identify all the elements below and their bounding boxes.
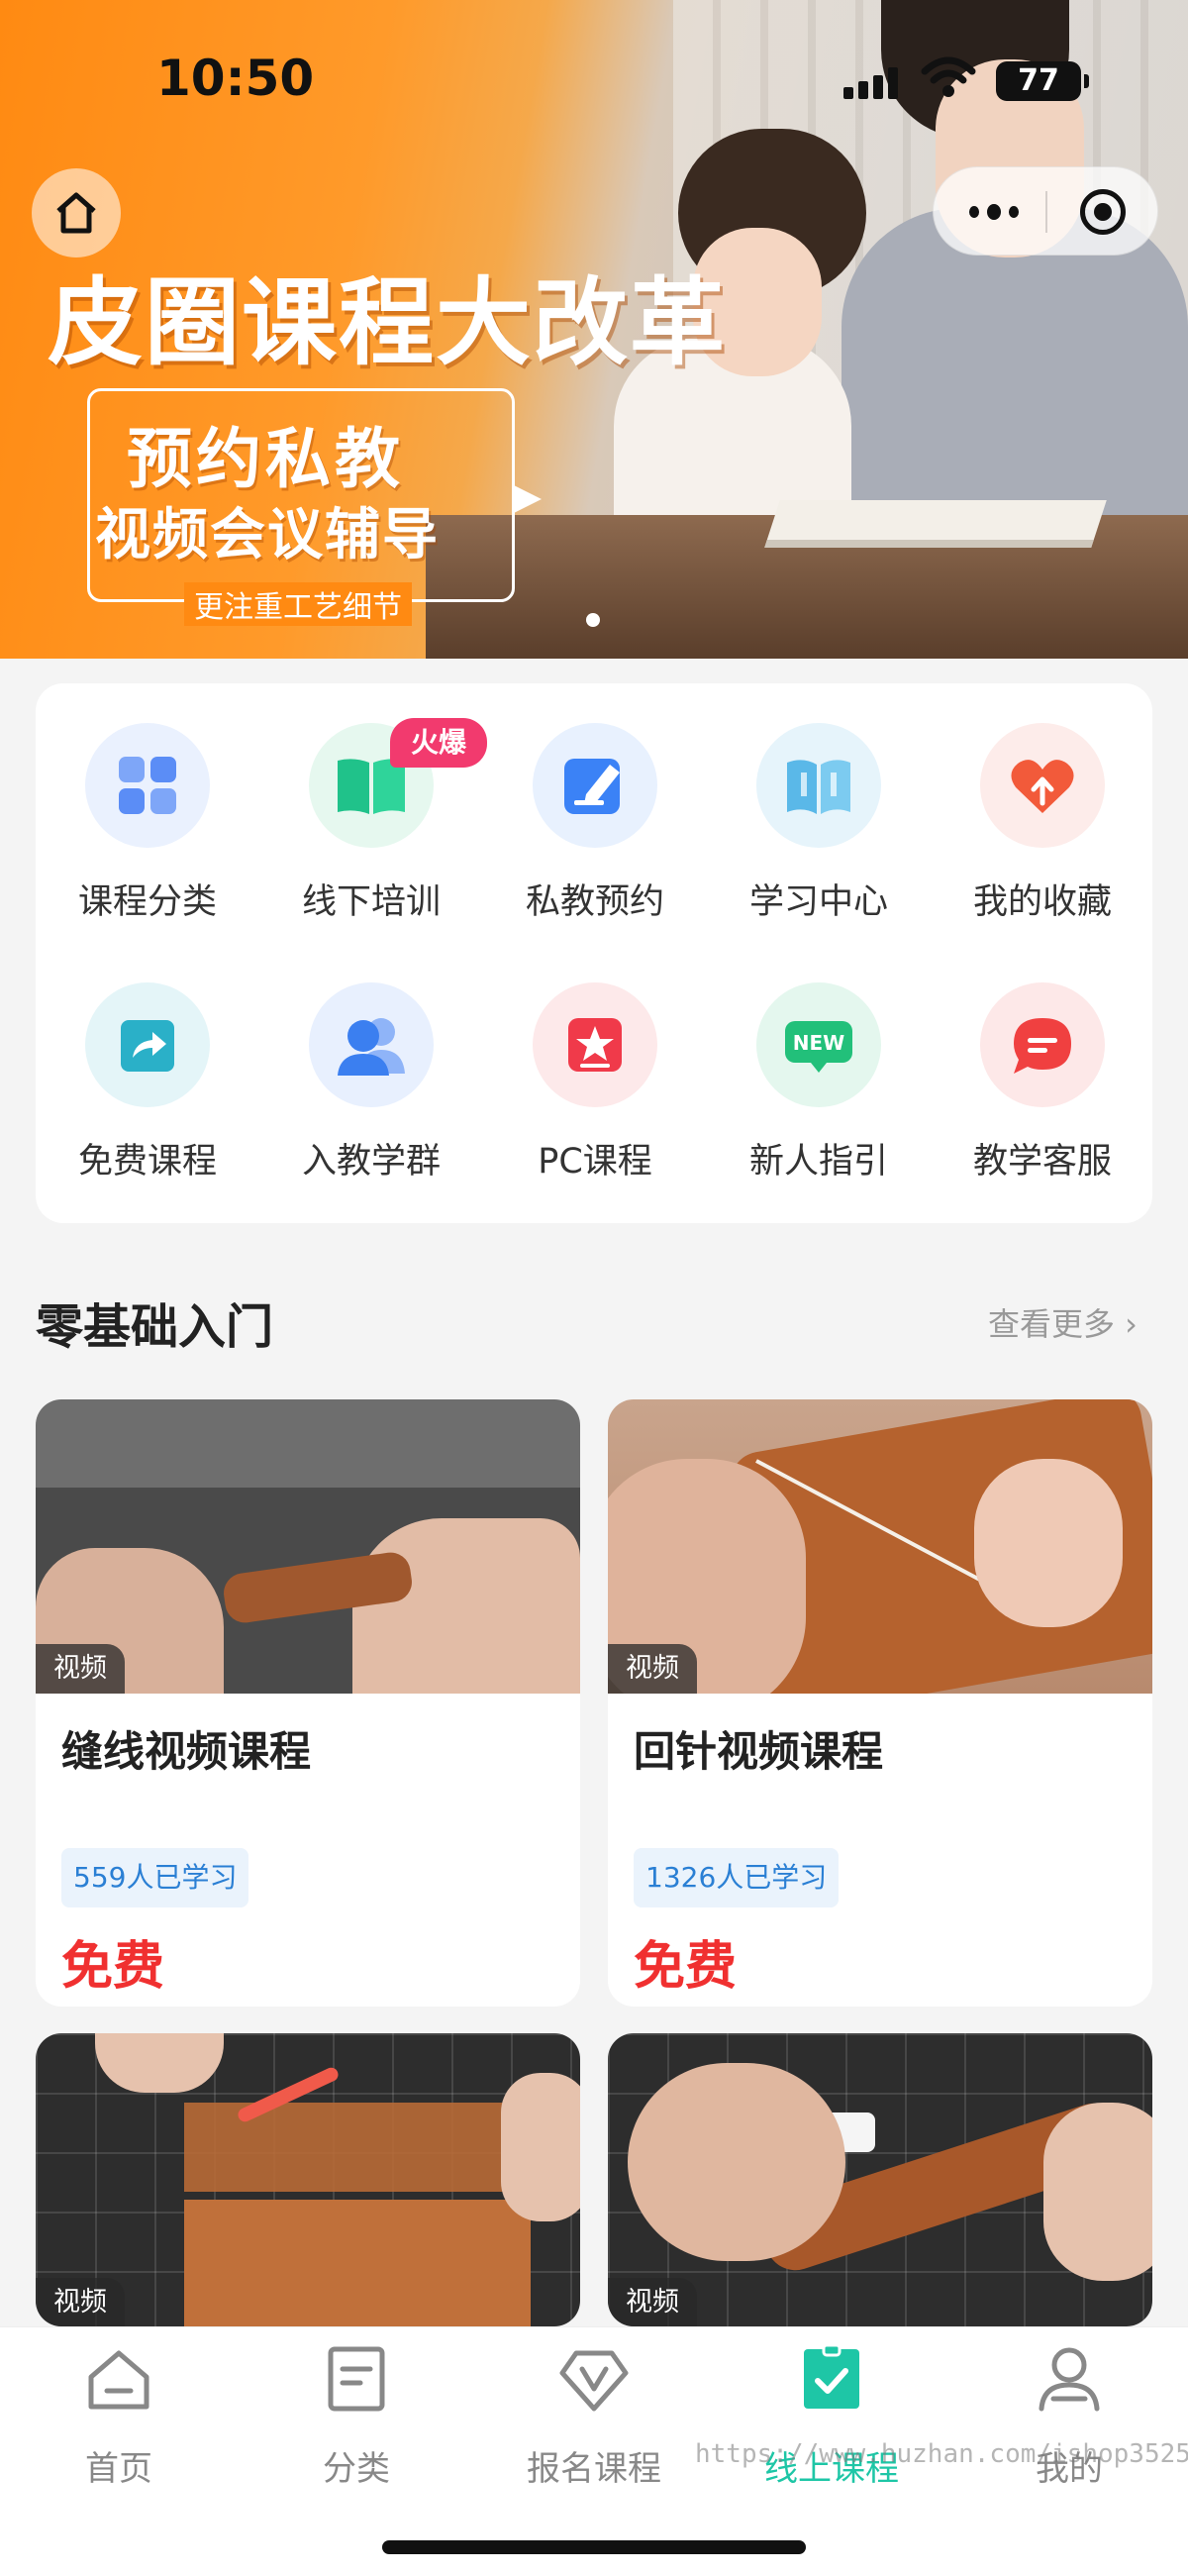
- carousel-dot[interactable]: [586, 613, 600, 627]
- grid-item-free-courses[interactable]: 免费课程: [36, 943, 259, 1182]
- course-price: 免费: [61, 1937, 165, 1997]
- heart-icon: [980, 723, 1105, 848]
- home-indicator: [382, 2540, 806, 2554]
- grid-label: 线下培训: [301, 882, 441, 922]
- grid-item-course-category[interactable]: 课程分类: [36, 683, 259, 922]
- course-price: 免费: [634, 1937, 738, 1997]
- course-card[interactable]: 视频: [608, 2033, 1152, 2326]
- course-title: 回针视频课程: [634, 1727, 884, 1776]
- grid-label: 学习中心: [748, 882, 888, 922]
- book-icon: [756, 723, 881, 848]
- svg-text:NEW: NEW: [793, 1031, 844, 1055]
- tab-mine[interactable]: 我的: [950, 2327, 1188, 2506]
- new-icon: NEW: [756, 982, 881, 1107]
- tab-online-courses[interactable]: 线上课程: [713, 2327, 950, 2506]
- video-tag: 视频: [608, 1644, 697, 1694]
- grid-label: 免费课程: [77, 1142, 217, 1182]
- grid-label: 入教学群: [301, 1142, 441, 1182]
- home-button[interactable]: [32, 168, 121, 258]
- status-time: 10:50: [156, 50, 315, 107]
- course-card[interactable]: 视频 缝线视频课程 559人已学习 免费: [36, 1399, 580, 2007]
- course-thumbnail: 视频: [608, 2033, 1152, 2326]
- grid-item-favorites[interactable]: 我的收藏: [931, 683, 1154, 922]
- chat-icon: [980, 982, 1105, 1107]
- grid-item-join-group[interactable]: 入教学群: [259, 943, 483, 1182]
- hot-badge: 火爆: [390, 718, 487, 768]
- video-tag: 视频: [36, 1644, 125, 1694]
- banner-photo-book: [764, 500, 1107, 548]
- banner-title: 皮圈课程大改革: [48, 267, 727, 378]
- capsule-divider: [1045, 191, 1047, 233]
- video-tag: 视频: [608, 2278, 697, 2326]
- home-icon: [88, 2350, 149, 2410]
- grid-item-private-lesson[interactable]: 私教预约: [483, 683, 707, 922]
- grid-item-customer-service[interactable]: 教学客服: [931, 943, 1154, 1182]
- tab-enrolled-courses[interactable]: 报名课程: [475, 2327, 713, 2506]
- grid-icon: [85, 723, 210, 848]
- learners-badge: 1326人已学习: [634, 1848, 840, 1907]
- star-box-icon: [533, 982, 657, 1107]
- watermark: https://www.huzhan.com/ishop35253: [695, 2439, 1188, 2469]
- group-icon: [309, 982, 434, 1107]
- banner-sub-line2: 视频会议辅导: [95, 503, 440, 567]
- learners-badge: 559人已学习: [61, 1848, 249, 1907]
- tab-label: 报名课程: [527, 2449, 661, 2489]
- tab-label: 分类: [323, 2449, 390, 2489]
- close-target-icon[interactable]: [1080, 189, 1126, 235]
- grid-label: 课程分类: [77, 882, 217, 922]
- house-icon: [56, 192, 96, 234]
- grid-item-pc-courses[interactable]: PC课程: [483, 943, 707, 1182]
- grid-item-newcomer-guide[interactable]: NEW 新人指引: [707, 943, 931, 1182]
- tab-home[interactable]: 首页: [0, 2327, 238, 2506]
- signal-icon: [843, 65, 905, 99]
- course-thumbnail: 视频: [36, 2033, 580, 2326]
- grid-label: 我的收藏: [972, 882, 1112, 922]
- course-card[interactable]: 视频: [36, 2033, 580, 2326]
- mini-program-capsule: [933, 166, 1158, 256]
- tab-label: 首页: [85, 2449, 152, 2489]
- list-icon: [328, 2346, 385, 2412]
- edit-icon: [533, 723, 657, 848]
- banner-sub-line1: 预约私教: [127, 421, 404, 497]
- battery-icon: 77: [996, 61, 1089, 101]
- see-more-link[interactable]: 查看更多 ›: [988, 1299, 1138, 1345]
- section-title: 零基础入门: [36, 1299, 274, 1355]
- feature-grid: 课程分类 线下培训 火爆 私教预约 学习中心 我的收藏 免费课程 入教学群 PC…: [36, 683, 1152, 1223]
- share-icon: [85, 982, 210, 1107]
- wifi-icon: [921, 56, 976, 97]
- more-icon[interactable]: [969, 199, 1019, 225]
- user-icon: [1039, 2347, 1100, 2412]
- course-title: 缝线视频课程: [61, 1727, 312, 1776]
- grid-label: 教学客服: [972, 1142, 1112, 1182]
- grid-label: 私教预约: [525, 882, 664, 922]
- course-thumbnail: 视频: [608, 1399, 1152, 1694]
- v-diamond-icon: [559, 2350, 629, 2412]
- course-card[interactable]: 视频 回针视频课程 1326人已学习 免费: [608, 1399, 1152, 2007]
- grid-label: 新人指引: [748, 1142, 888, 1182]
- grid-item-study-center[interactable]: 学习中心: [707, 683, 931, 922]
- tab-category[interactable]: 分类: [238, 2327, 475, 2506]
- course-thumbnail: 视频: [36, 1399, 580, 1694]
- check-square-icon: [804, 2343, 859, 2409]
- video-tag: 视频: [36, 2278, 125, 2326]
- banner-sub-line3: 更注重工艺细节: [184, 582, 412, 626]
- grid-label: PC课程: [538, 1142, 652, 1182]
